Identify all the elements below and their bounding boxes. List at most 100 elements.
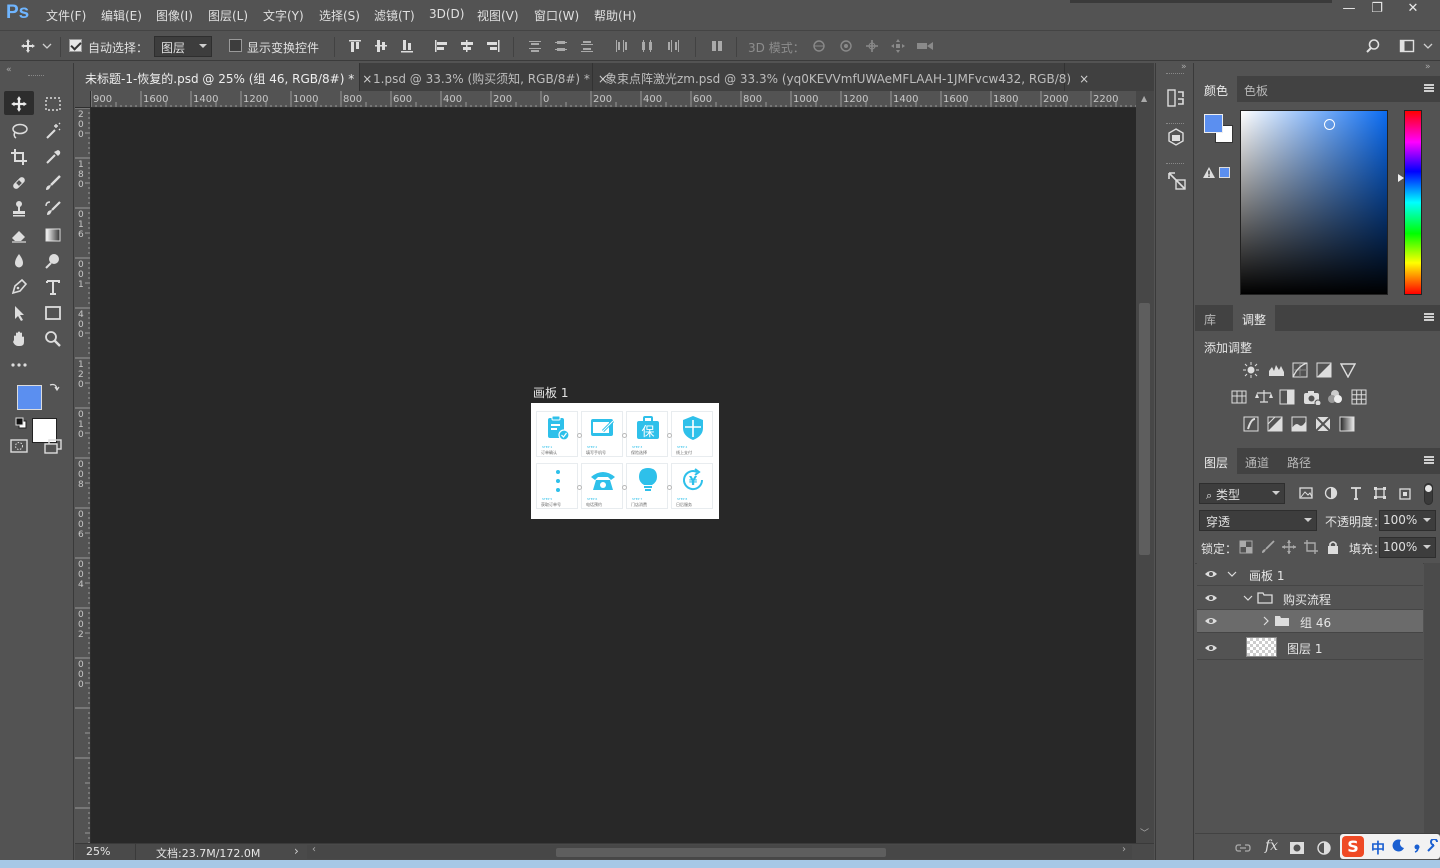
rectangle-tool[interactable] — [38, 300, 68, 324]
color-balance-icon[interactable] — [1255, 389, 1273, 405]
search-icon[interactable] — [1365, 38, 1381, 54]
panel-menu-icon[interactable] — [1424, 456, 1434, 464]
color-field[interactable] — [1240, 110, 1388, 295]
workspace-icon[interactable] — [1399, 38, 1415, 54]
3d-slide-icon[interactable] — [890, 38, 906, 54]
minimize-button[interactable]: — — [1334, 0, 1364, 20]
distribute-top-icon[interactable] — [527, 38, 543, 54]
hue-slider[interactable] — [1404, 110, 1422, 295]
curves-icon[interactable] — [1292, 362, 1308, 378]
menu-edit[interactable]: 编辑(E) — [101, 7, 142, 24]
filter-pixel-icon[interactable] — [1299, 486, 1315, 502]
layer-row[interactable]: 购买流程 — [1197, 587, 1423, 610]
align-bottom-icon[interactable] — [399, 38, 415, 54]
gradient-map-icon[interactable] — [1339, 416, 1355, 432]
channel-mixer-icon[interactable] — [1327, 389, 1343, 405]
pen-tool[interactable] — [4, 274, 34, 298]
tab-paths[interactable]: 路径 — [1278, 448, 1320, 474]
menu-window[interactable]: 窗口(W) — [534, 7, 579, 24]
comma-icon[interactable] — [1410, 839, 1424, 853]
blend-mode-dropdown[interactable]: 穿透 — [1199, 510, 1317, 531]
menu-3d[interactable]: 3D(D) — [429, 7, 464, 21]
lock-artboard-icon[interactable] — [1304, 540, 1320, 556]
lock-all-icon[interactable] — [1326, 540, 1342, 556]
collapse-icon[interactable]: » — [1181, 62, 1187, 72]
distribute-left-icon[interactable] — [613, 38, 629, 54]
menu-layer[interactable]: 图层(L) — [208, 7, 248, 24]
warning-icon[interactable] — [1203, 167, 1215, 178]
foreground-color-swatch[interactable] — [17, 385, 42, 410]
tab-channels[interactable]: 通道 — [1236, 448, 1278, 474]
horizontal-ruler[interactable]: 900 1600 1400 1200 1000 800 600 400 200 0 200 400 60… — [91, 91, 1136, 108]
screen-mode-icon[interactable] — [43, 438, 63, 454]
color-picker-ring[interactable] — [1324, 119, 1335, 130]
crop-tool[interactable] — [4, 144, 34, 168]
distribute-vcenter-icon[interactable] — [553, 38, 569, 54]
align-hcenter-icon[interactable] — [459, 38, 475, 54]
posterize-icon[interactable] — [1267, 416, 1283, 432]
3d-scale-icon[interactable] — [915, 38, 935, 54]
brush-tool[interactable] — [38, 170, 68, 194]
align-top-icon[interactable] — [347, 38, 363, 54]
panel-menu-icon[interactable] — [1424, 313, 1434, 321]
menu-select[interactable]: 选择(S) — [319, 7, 360, 24]
chevron-down-icon[interactable] — [1227, 569, 1237, 579]
path-selection-tool[interactable] — [4, 300, 34, 324]
tab-libraries[interactable]: 库 — [1195, 305, 1225, 331]
exposure-icon[interactable] — [1316, 362, 1332, 378]
filter-smart-object-icon[interactable] — [1398, 486, 1414, 502]
link-icon[interactable] — [1235, 842, 1251, 854]
horizontal-scrollbar[interactable]: ‹ › — [307, 844, 1132, 859]
eye-icon[interactable] — [1204, 616, 1218, 626]
levels-icon[interactable] — [1268, 362, 1284, 378]
artboard-title[interactable]: 画板 1 — [533, 384, 568, 401]
move-tool[interactable] — [4, 91, 34, 115]
chevron-down-icon[interactable] — [42, 38, 52, 54]
3d-pan-icon[interactable] — [864, 38, 880, 54]
gradient-tool[interactable] — [38, 222, 68, 246]
gamut-swatch[interactable] — [1219, 167, 1230, 178]
moon-icon[interactable] — [1391, 839, 1405, 853]
layer-row-selected[interactable]: 组 46 — [1197, 610, 1423, 633]
clone-stamp-tool[interactable] — [4, 196, 34, 220]
scroll-up-icon[interactable]: ▲ — [1141, 94, 1147, 103]
adjustment-layer-icon[interactable] — [1316, 840, 1332, 856]
fx-button[interactable]: fx — [1265, 838, 1278, 854]
vertical-ruler[interactable]: 200180016001400120010008006004002000 — [75, 108, 91, 843]
distribute-bottom-icon[interactable] — [579, 38, 595, 54]
close-button[interactable]: ✕ — [1398, 0, 1428, 20]
wrench-icon[interactable] — [1426, 839, 1440, 853]
horizontal-scroll-thumb[interactable] — [556, 848, 886, 857]
type-tool[interactable] — [38, 274, 68, 298]
color-lookup-icon[interactable] — [1351, 389, 1367, 405]
menu-type[interactable]: 文字(Y) — [263, 7, 304, 24]
history-panel-icon[interactable] — [1166, 88, 1186, 108]
tab-document-2[interactable]: 1.psd @ 33.3% (购买须知, RGB/8#) * × — [363, 63, 608, 91]
status-menu-arrow[interactable]: › — [294, 844, 299, 858]
blur-tool[interactable] — [4, 248, 34, 272]
chevron-down-icon[interactable] — [1243, 593, 1253, 603]
menu-view[interactable]: 视图(V) — [477, 7, 519, 24]
layer-filter-dropdown[interactable]: ⌕ 类型 — [1199, 483, 1285, 504]
mask-icon[interactable] — [1289, 841, 1305, 855]
move-tool-icon[interactable] — [20, 38, 36, 54]
layer-row[interactable]: 画板 1 — [1197, 563, 1423, 586]
tab-color[interactable]: 颜色 — [1195, 76, 1238, 102]
black-white-icon[interactable] — [1279, 389, 1295, 405]
eraser-tool[interactable] — [4, 222, 34, 246]
eyedropper-tool[interactable] — [38, 144, 68, 168]
eye-icon[interactable] — [1204, 643, 1218, 653]
close-icon[interactable]: × — [1079, 72, 1089, 86]
expand-icon[interactable]: » — [1425, 62, 1431, 72]
3d-rotate-icon[interactable] — [811, 38, 827, 54]
properties-panel-icon[interactable] — [1166, 170, 1188, 192]
auto-select-checkbox[interactable] — [69, 39, 82, 52]
menu-help[interactable]: 帮助(H) — [594, 7, 636, 24]
eye-icon[interactable] — [1204, 593, 1218, 603]
hue-slider-handle[interactable] — [1398, 174, 1404, 182]
filter-toggle[interactable] — [1424, 483, 1433, 505]
more-tools[interactable] — [4, 352, 34, 376]
menu-filter[interactable]: 滤镜(T) — [374, 7, 415, 24]
marquee-tool[interactable] — [38, 91, 68, 115]
artboard[interactable]: STEP 1 订单确认 STEP 2 填写手机号 保 STEP 3 保险选择 S… — [531, 403, 719, 519]
